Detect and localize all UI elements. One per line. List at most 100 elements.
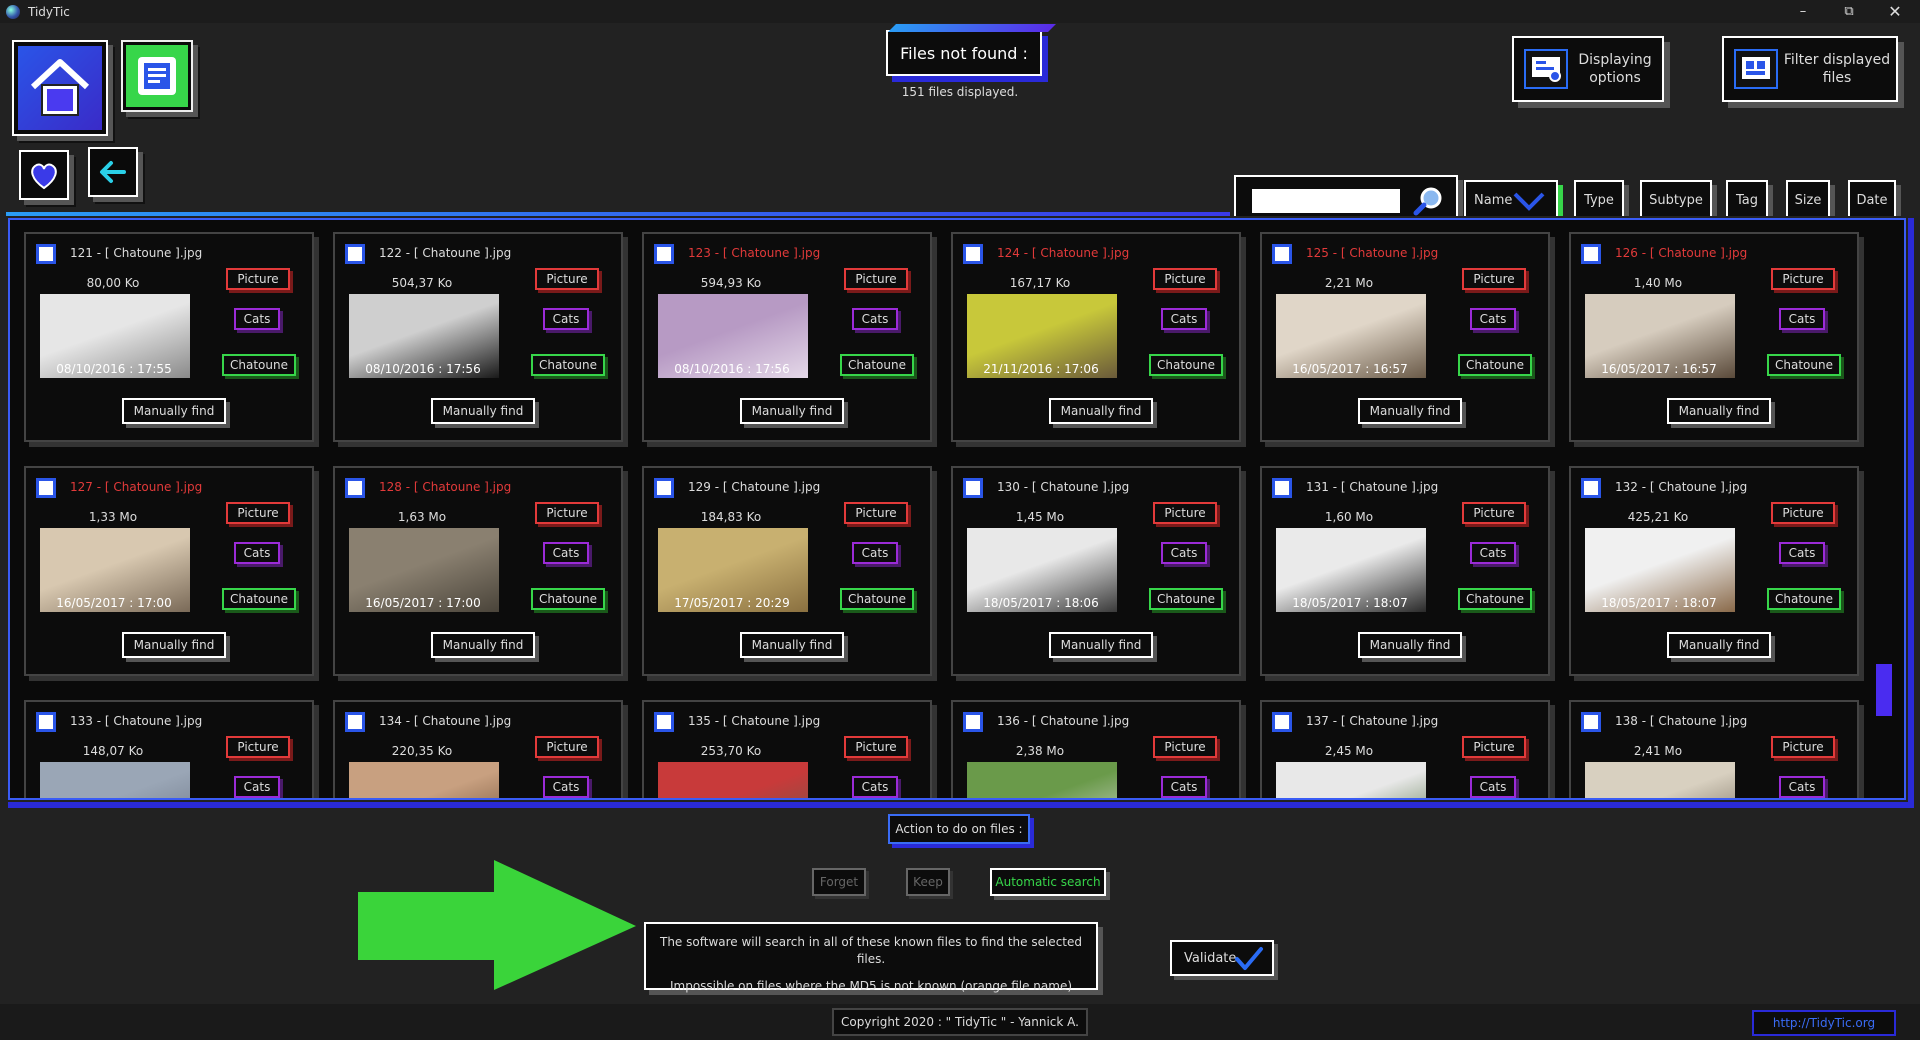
- file-card: 133 - [ Chatoune ].jpg 148,07 Ko Picture Ca…: [24, 700, 314, 798]
- file-date: 08/10/2016 : 17:56: [365, 362, 481, 376]
- file-size: 1,63 Mo: [397, 510, 447, 524]
- sort-name-button[interactable]: Name: [1464, 180, 1558, 220]
- file-date: 16/05/2017 : 17:00: [365, 596, 481, 610]
- window-title: TidyTic: [28, 4, 70, 19]
- sort-tag-button[interactable]: Tag: [1726, 180, 1768, 220]
- select-checkbox[interactable]: [345, 244, 365, 264]
- name-tag: Chatoune: [1767, 588, 1841, 610]
- validate-label: Validate: [1184, 950, 1237, 966]
- type-tag: Picture: [1153, 736, 1217, 758]
- type-tag: Picture: [1153, 268, 1217, 290]
- subtype-tag: Cats: [1779, 308, 1825, 330]
- file-size: 80,00 Ko: [86, 276, 140, 290]
- file-thumbnail[interactable]: [1585, 762, 1735, 798]
- files-view-button[interactable]: [121, 40, 193, 112]
- file-size: 2,41 Mo: [1633, 744, 1683, 758]
- manually-find-button[interactable]: Manually find: [1667, 398, 1771, 424]
- select-checkbox[interactable]: [963, 478, 983, 498]
- sort-type-label: Type: [1584, 192, 1614, 208]
- file-thumbnail[interactable]: [40, 762, 190, 798]
- keep-button[interactable]: Keep: [906, 868, 950, 896]
- validate-button[interactable]: Validate: [1170, 940, 1274, 976]
- back-button[interactable]: [88, 147, 138, 197]
- search-input[interactable]: [1252, 189, 1400, 213]
- sort-name-label: Name: [1474, 192, 1513, 208]
- file-size: 2,38 Mo: [1015, 744, 1065, 758]
- home-button[interactable]: [12, 40, 108, 136]
- type-tag: Picture: [226, 268, 290, 290]
- sort-size-button[interactable]: Size: [1786, 180, 1830, 220]
- sort-type-button[interactable]: Type: [1574, 180, 1624, 220]
- subtype-tag: Cats: [234, 308, 280, 330]
- manually-find-button[interactable]: Manually find: [122, 398, 226, 424]
- file-date: 21/11/2016 : 17:06: [983, 362, 1099, 376]
- restore-icon[interactable]: ⧉: [1826, 0, 1872, 23]
- file-thumbnail[interactable]: [1276, 762, 1426, 798]
- select-checkbox[interactable]: [1272, 478, 1292, 498]
- file-date: 18/05/2017 : 18:07: [1292, 596, 1408, 610]
- file-thumbnail[interactable]: [349, 762, 499, 798]
- manually-find-button[interactable]: Manually find: [740, 632, 844, 658]
- select-checkbox[interactable]: [1272, 712, 1292, 732]
- scrollbar-thumb[interactable]: [1876, 664, 1892, 716]
- select-checkbox[interactable]: [654, 244, 674, 264]
- select-checkbox[interactable]: [36, 712, 56, 732]
- select-checkbox[interactable]: [1581, 712, 1601, 732]
- select-checkbox[interactable]: [345, 712, 365, 732]
- select-checkbox[interactable]: [963, 712, 983, 732]
- manually-find-button[interactable]: Manually find: [1358, 398, 1462, 424]
- minimize-icon[interactable]: –: [1780, 0, 1826, 23]
- select-checkbox[interactable]: [1581, 478, 1601, 498]
- select-checkbox[interactable]: [36, 478, 56, 498]
- website-link[interactable]: http://TidyTic.org: [1752, 1010, 1896, 1036]
- search-box: [1234, 175, 1458, 223]
- name-tag: Chatoune: [531, 354, 605, 376]
- name-tag: Chatoune: [840, 354, 914, 376]
- file-card: 130 - [ Chatoune ].jpg 1,45 Mo 18/05/2017 …: [951, 466, 1241, 676]
- forget-button[interactable]: Forget: [812, 868, 866, 896]
- file-card: 136 - [ Chatoune ].jpg 2,38 Mo Picture Cats: [951, 700, 1241, 798]
- manually-find-button[interactable]: Manually find: [1358, 632, 1462, 658]
- file-thumbnail[interactable]: [967, 762, 1117, 798]
- arrow-right-icon: [358, 860, 636, 990]
- select-checkbox[interactable]: [1272, 244, 1292, 264]
- type-tag: Picture: [1153, 502, 1217, 524]
- select-checkbox[interactable]: [654, 712, 674, 732]
- file-card: 135 - [ Chatoune ].jpg 253,70 Ko Picture Ca…: [642, 700, 932, 798]
- filter-files-button[interactable]: Filter displayed files: [1722, 36, 1898, 102]
- file-size: 1,45 Mo: [1015, 510, 1065, 524]
- close-icon[interactable]: ✕: [1872, 0, 1918, 23]
- name-tag: Chatoune: [840, 588, 914, 610]
- select-checkbox[interactable]: [963, 244, 983, 264]
- sort-subtype-button[interactable]: Subtype: [1640, 180, 1712, 220]
- manually-find-button[interactable]: Manually find: [122, 632, 226, 658]
- subtype-tag: Cats: [852, 776, 898, 798]
- favorites-button[interactable]: [19, 150, 69, 200]
- file-size: 2,21 Mo: [1324, 276, 1374, 290]
- title-bar: TidyTic: [0, 0, 1920, 23]
- info-box: The software will search in all of these…: [644, 922, 1098, 993]
- type-tag: Picture: [1771, 502, 1835, 524]
- file-name: 122 - [ Chatoune ].jpg: [379, 246, 512, 260]
- select-checkbox[interactable]: [36, 244, 56, 264]
- manually-find-button[interactable]: Manually find: [1667, 632, 1771, 658]
- automatic-search-button[interactable]: Automatic search: [990, 868, 1106, 896]
- select-checkbox[interactable]: [654, 478, 674, 498]
- file-date: 08/10/2016 : 17:55: [56, 362, 172, 376]
- manually-find-button[interactable]: Manually find: [740, 398, 844, 424]
- manually-find-button[interactable]: Manually find: [1049, 632, 1153, 658]
- file-size: 220,35 Ko: [391, 744, 453, 758]
- displaying-options-button[interactable]: Displaying options: [1512, 36, 1664, 102]
- search-icon[interactable]: [1412, 185, 1444, 217]
- file-size: 184,83 Ko: [700, 510, 762, 524]
- manually-find-button[interactable]: Manually find: [431, 632, 535, 658]
- file-card: 122 - [ Chatoune ].jpg 504,37 Ko 08/10/201…: [333, 232, 623, 442]
- manually-find-button[interactable]: Manually find: [431, 398, 535, 424]
- sort-date-button[interactable]: Date: [1848, 180, 1896, 220]
- file-thumbnail[interactable]: [658, 762, 808, 798]
- home-icon: [30, 59, 90, 116]
- select-checkbox[interactable]: [345, 478, 365, 498]
- manually-find-button[interactable]: Manually find: [1049, 398, 1153, 424]
- page-title: Files not found :: [900, 43, 1028, 63]
- select-checkbox[interactable]: [1581, 244, 1601, 264]
